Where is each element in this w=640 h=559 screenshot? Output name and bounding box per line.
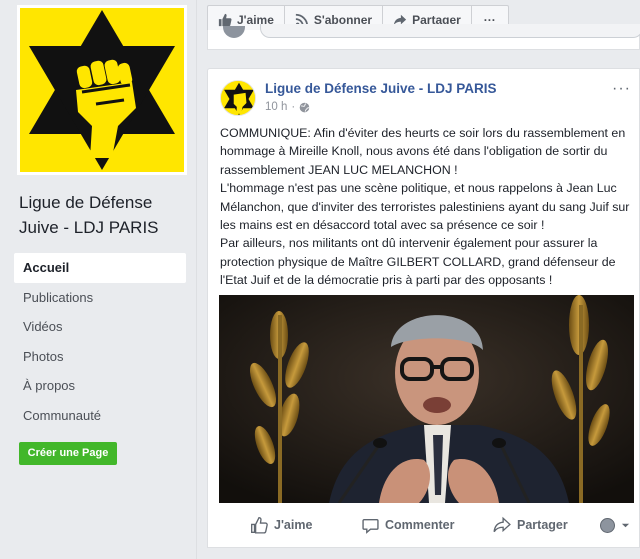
audience-selector[interactable] bbox=[600, 517, 630, 533]
sidebar-item-accueil[interactable]: Accueil bbox=[14, 253, 186, 283]
create-page-button[interactable]: Créer une Page bbox=[19, 442, 117, 465]
post-share-button[interactable]: Partager bbox=[493, 516, 568, 534]
sidebar-nav: Accueil Publications Vidéos Photos À pro… bbox=[14, 253, 186, 431]
sidebar-item-videos[interactable]: Vidéos bbox=[14, 312, 186, 342]
globe-icon[interactable] bbox=[299, 102, 310, 113]
post-comment-button[interactable]: Commenter bbox=[362, 517, 454, 534]
post-paragraph: L'hommage n'est pas une scène politique,… bbox=[220, 181, 630, 233]
post-options-icon[interactable]: ··· bbox=[612, 80, 631, 98]
post-comment-label: Commenter bbox=[385, 518, 455, 532]
separator-dot: · bbox=[291, 101, 296, 113]
post-photo-image bbox=[219, 295, 634, 503]
post-paragraph: Par ailleurs, nos militants ont dû inter… bbox=[220, 236, 616, 288]
ldj-logo-icon bbox=[29, 10, 175, 170]
comment-bubble-icon bbox=[362, 518, 379, 534]
post-action-row: J'aime Commenter Partager bbox=[208, 505, 639, 545]
caret-down-icon bbox=[621, 523, 630, 527]
thumbs-up-icon bbox=[218, 13, 232, 26]
avatar bbox=[223, 26, 245, 38]
previous-post-comment-strip bbox=[207, 24, 640, 50]
thumbs-up-icon bbox=[251, 517, 268, 534]
post-photo[interactable] bbox=[219, 295, 634, 503]
post-like-button[interactable]: J'aime bbox=[250, 516, 312, 534]
post-meta: 10 h · bbox=[265, 101, 310, 113]
post-like-label: J'aime bbox=[274, 518, 313, 532]
page-profile-picture[interactable] bbox=[17, 5, 187, 175]
sidebar-item-a-propos[interactable]: À propos bbox=[14, 371, 186, 401]
post-card: Ligue de Défense Juive - LDJ PARIS 10 h … bbox=[207, 68, 640, 548]
post-timestamp[interactable]: 10 h bbox=[265, 101, 287, 113]
share-arrow-icon bbox=[493, 516, 511, 533]
ldj-logo-icon bbox=[221, 81, 255, 115]
sidebar-item-photos[interactable]: Photos bbox=[14, 342, 186, 372]
sidebar-item-communaute[interactable]: Communauté bbox=[14, 401, 186, 431]
page-title[interactable]: Ligue de Défense Juive - LDJ PARIS bbox=[19, 190, 189, 240]
sidebar-item-publications[interactable]: Publications bbox=[14, 283, 186, 313]
left-sidebar: Ligue de Défense Juive - LDJ PARIS Accue… bbox=[0, 0, 197, 559]
post-paragraph: COMMUNIQUE: Afin d'éviter des heurts ce … bbox=[220, 126, 626, 177]
comment-input[interactable] bbox=[260, 24, 640, 38]
post-body: COMMUNIQUE: Afin d'éviter des heurts ce … bbox=[220, 124, 634, 290]
avatar bbox=[600, 517, 615, 533]
post-author-name[interactable]: Ligue de Défense Juive - LDJ PARIS bbox=[265, 81, 497, 96]
post-share-label: Partager bbox=[517, 518, 568, 532]
post-author-avatar[interactable] bbox=[220, 80, 256, 116]
